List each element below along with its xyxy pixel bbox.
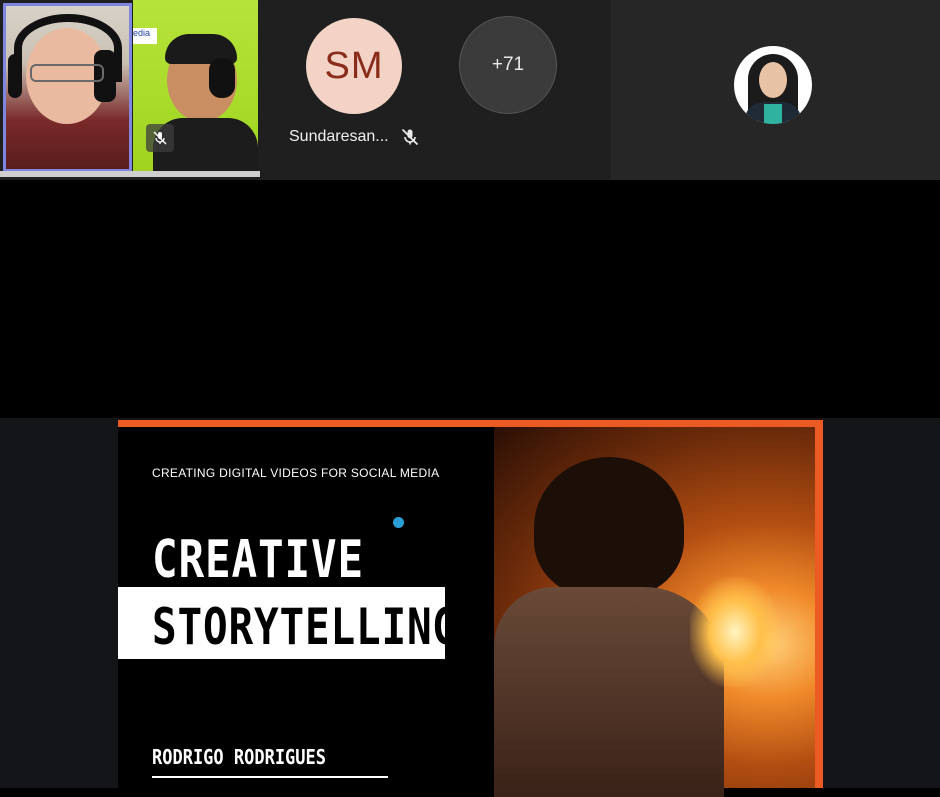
video-strip-scrollbar[interactable] <box>0 171 260 177</box>
fire-glow <box>690 577 780 687</box>
slide-title-line2: STORYTELLING <box>152 598 459 656</box>
slide-author: RODRIGO RODRIGUES <box>152 745 326 769</box>
participant-badge-text: edia <box>133 28 151 38</box>
ear-cup <box>8 54 22 98</box>
presentation-slide: CREATING DIGITAL VIDEOS FOR SOCIAL MEDIA… <box>118 420 823 797</box>
slide-image-fire <box>494 427 823 797</box>
mic-off-icon <box>401 128 419 146</box>
participant-name: Sundaresan... <box>289 128 389 145</box>
more-participants-button[interactable]: +71 <box>459 16 557 114</box>
mic-off-icon <box>153 131 167 145</box>
author-underline <box>152 776 388 778</box>
slide-title-line1: CREATIVE <box>152 530 364 590</box>
participant-video-second[interactable]: edia <box>133 0 258 172</box>
ear-cup <box>209 58 235 98</box>
glasses <box>30 64 104 82</box>
stage-empty-area <box>0 180 940 418</box>
slide-subtitle: CREATING DIGITAL VIDEOS FOR SOCIAL MEDIA <box>152 466 440 480</box>
participant-avatar-photo[interactable] <box>734 46 812 124</box>
avatar-shirt-accent <box>764 104 782 124</box>
participant-badge: edia <box>133 28 157 44</box>
pointer-dot <box>393 517 404 528</box>
figure-silhouette <box>534 457 684 597</box>
participant-video-active-speaker[interactable] <box>3 3 132 172</box>
avatar-face <box>759 62 787 98</box>
muted-indicator <box>146 124 174 152</box>
more-participants-count: +71 <box>491 54 525 75</box>
avatar-initials: SM <box>324 44 384 87</box>
participant-avatar-sm[interactable]: SM <box>306 18 402 114</box>
